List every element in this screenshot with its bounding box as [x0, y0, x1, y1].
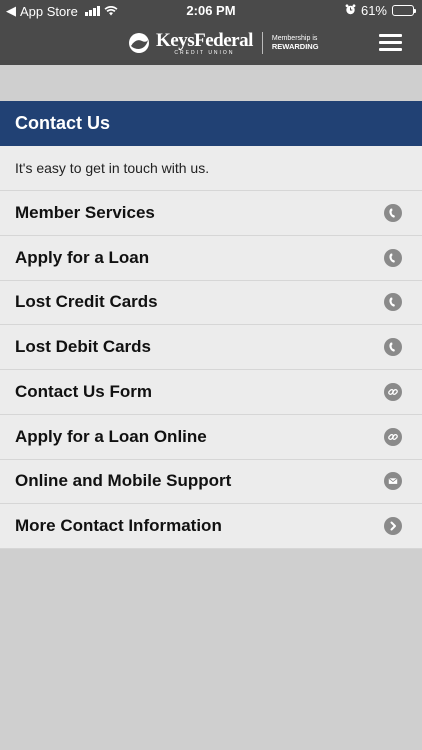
contact-item-label: Apply for a Loan Online	[15, 426, 207, 446]
brand-logo[interactable]: KeysFederal CREDIT UNION Membership is R…	[128, 30, 319, 56]
app-top-bar: ◀ App Store 2:06 PM 61% KeysFederal CRED…	[0, 0, 422, 65]
battery-percent: 61%	[360, 3, 387, 18]
contact-item-label: Apply for a Loan	[15, 247, 150, 267]
contact-item-label: Lost Credit Cards	[15, 292, 158, 312]
contact-item-more-contact-info[interactable]: More Contact Information	[0, 504, 422, 549]
contact-item-lost-debit-cards[interactable]: Lost Debit Cards	[0, 325, 422, 370]
chevron-right-icon	[384, 517, 402, 536]
menu-hamburger-icon[interactable]	[379, 34, 402, 51]
contact-item-label: Member Services	[15, 202, 155, 222]
page-title: Contact Us	[0, 101, 422, 146]
contact-item-label: Online and Mobile Support	[15, 471, 232, 491]
contact-item-apply-loan-online[interactable]: Apply for a Loan Online	[0, 414, 422, 460]
phone-icon	[384, 293, 402, 312]
phone-icon	[384, 248, 402, 267]
contact-item-online-mobile-support[interactable]: Online and Mobile Support	[0, 459, 422, 505]
contact-item-contact-form[interactable]: Contact Us Form	[0, 370, 422, 415]
phone-icon	[384, 203, 402, 222]
link-icon	[384, 382, 402, 401]
brand-emblem-icon	[129, 33, 149, 53]
contact-item-label: Lost Debit Cards	[15, 337, 152, 357]
brand-subtitle: CREDIT UNION	[174, 49, 235, 56]
battery-icon	[392, 5, 416, 16]
link-icon	[384, 427, 402, 446]
contact-item-member-services[interactable]: Member Services	[0, 191, 422, 236]
contact-item-lost-credit-cards[interactable]: Lost Credit Cards	[0, 280, 422, 326]
contact-item-apply-loan[interactable]: Apply for a Loan	[0, 235, 422, 281]
contact-list: Member Services Apply for a Loan Lost Cr…	[0, 191, 422, 549]
phone-icon	[384, 338, 402, 357]
brand-tagline: Membership is REWARDING	[272, 35, 319, 51]
intro-text: It's easy to get in touch with us.	[0, 146, 422, 191]
tagline-bottom: REWARDING	[271, 41, 319, 51]
alarm-icon	[345, 3, 356, 18]
status-bar: ◀ App Store 2:06 PM 61%	[0, 0, 422, 22]
brand-divider	[261, 32, 263, 54]
mail-icon	[384, 472, 402, 491]
contact-item-label: Contact Us Form	[15, 381, 152, 401]
contact-item-label: More Contact Information	[15, 516, 222, 536]
brand-text: KeysFederal CREDIT UNION	[156, 31, 253, 56]
brand-name: KeysFederal	[156, 29, 253, 51]
status-right: 61%	[345, 3, 416, 18]
